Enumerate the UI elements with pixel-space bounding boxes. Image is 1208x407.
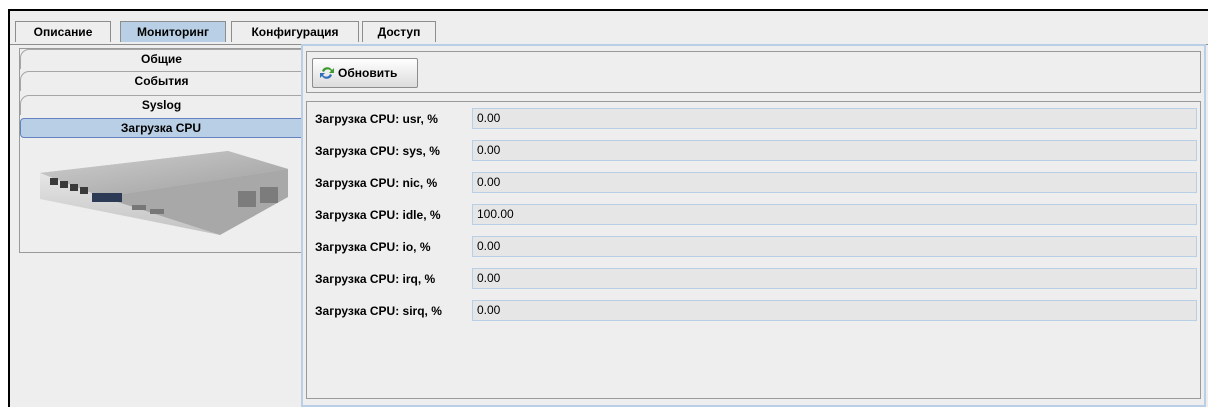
- main-window: Описание Мониторинг Конфигурация Доступ …: [8, 9, 1208, 407]
- value-field[interactable]: 0.00: [472, 140, 1197, 161]
- value-field[interactable]: 0.00: [472, 268, 1197, 289]
- nav-item-cpu-load[interactable]: Загрузка CPU: [20, 118, 302, 138]
- nav-item-events[interactable]: События: [20, 71, 302, 91]
- field-label: Загрузка CPU: sirq, %: [315, 304, 442, 318]
- toolbar: Обновить: [306, 51, 1201, 93]
- tab-description[interactable]: Описание: [15, 21, 111, 42]
- field-label: Загрузка CPU: io, %: [315, 240, 431, 254]
- nav-item-syslog[interactable]: Syslog: [20, 95, 302, 115]
- field-label: Загрузка CPU: usr, %: [315, 112, 438, 126]
- field-row-sirq: Загрузка CPU: sirq, % 0.00: [307, 300, 1200, 322]
- cpu-load-fields: Загрузка CPU: usr, % 0.00 Загрузка CPU: …: [306, 101, 1201, 399]
- tab-monitoring[interactable]: Мониторинг: [120, 21, 226, 42]
- navigation-panel: Общие События Syslog Загрузка CPU: [19, 48, 303, 253]
- content-panel: Обновить Загрузка CPU: usr, % 0.00 Загру…: [301, 44, 1206, 407]
- tab-configuration[interactable]: Конфигурация: [231, 21, 359, 42]
- field-row-nic: Загрузка CPU: nic, % 0.00: [307, 172, 1200, 194]
- nav-item-general[interactable]: Общие: [20, 49, 302, 69]
- refresh-icon: [320, 67, 334, 79]
- field-label: Загрузка CPU: idle, %: [315, 208, 441, 222]
- field-row-sys: Загрузка CPU: sys, % 0.00: [307, 140, 1200, 162]
- field-label: Загрузка CPU: irq, %: [315, 272, 436, 286]
- field-label: Загрузка CPU: nic, %: [315, 176, 438, 190]
- field-row-irq: Загрузка CPU: irq, % 0.00: [307, 268, 1200, 290]
- field-label: Загрузка CPU: sys, %: [315, 144, 440, 158]
- device-image: [40, 151, 288, 235]
- value-field[interactable]: 100.00: [472, 204, 1197, 225]
- value-field[interactable]: 0.00: [472, 300, 1197, 321]
- tab-access[interactable]: Доступ: [362, 21, 436, 42]
- refresh-label: Обновить: [338, 66, 398, 80]
- value-field[interactable]: 0.00: [472, 108, 1197, 129]
- field-row-usr: Загрузка CPU: usr, % 0.00: [307, 108, 1200, 130]
- field-row-idle: Загрузка CPU: idle, % 100.00: [307, 204, 1200, 226]
- refresh-button[interactable]: Обновить: [312, 58, 418, 88]
- value-field[interactable]: 0.00: [472, 236, 1197, 257]
- value-field[interactable]: 0.00: [472, 172, 1197, 193]
- field-row-io: Загрузка CPU: io, % 0.00: [307, 236, 1200, 258]
